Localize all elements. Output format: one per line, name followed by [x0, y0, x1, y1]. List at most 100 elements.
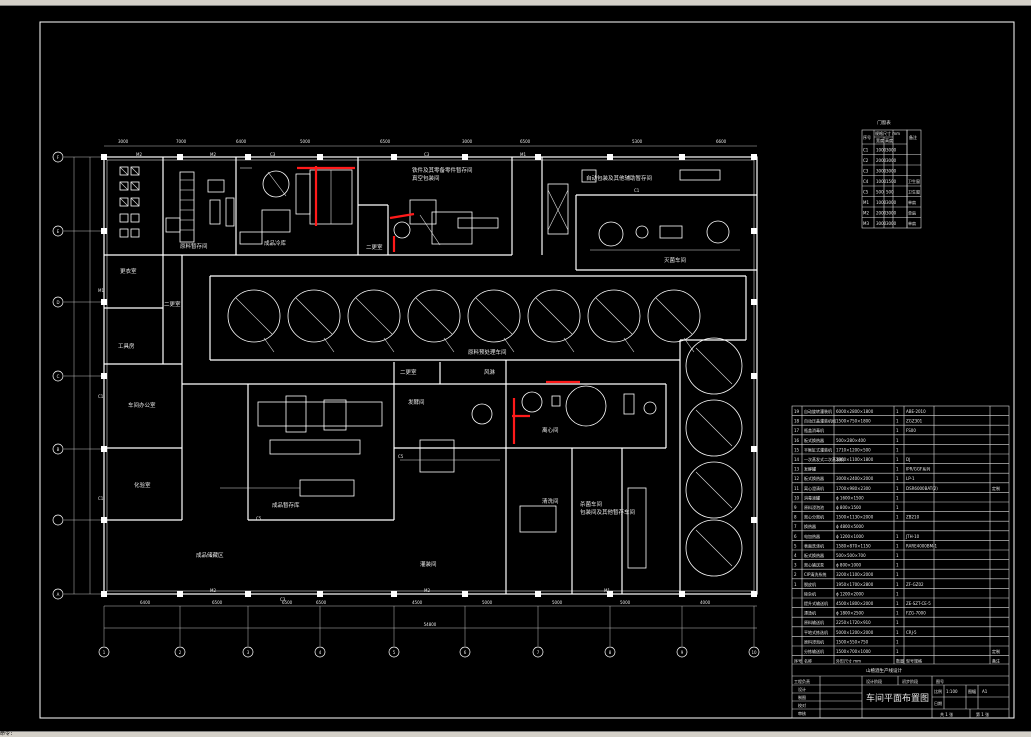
door-schedule-title: 门窗表 [877, 119, 891, 126]
room-label-r10: 离心间 [542, 426, 559, 434]
axis-col-label: 6 [464, 650, 467, 655]
equipment-cell: 1 [896, 476, 899, 481]
structural-column [317, 591, 323, 597]
door-schedule-col-size: 规格尺寸 mm [875, 130, 900, 136]
command-line[interactable]: 命令: [0, 731, 1031, 737]
equipment-cell: 原料浸泡机 [804, 638, 824, 644]
drawing-title: 车间平面布置图 [866, 692, 929, 704]
equipment-cell: ZB210 [906, 515, 920, 520]
door-mark: C5 [398, 454, 404, 459]
scale-label: 比例 [934, 688, 942, 694]
equipment-cell: 1 [896, 409, 899, 414]
equipment-cell: 1 [896, 611, 899, 616]
equipment-cell: 1 [896, 639, 899, 644]
floor-plan: 1 2 3 4 5 6 7 8 9 10FEDCBA 自动包装及其他辅助暂存间 … [52, 139, 760, 658]
door-mark: M2 [136, 152, 142, 157]
structural-column [751, 228, 757, 234]
equipment-cell: 1500×1130×2000 [836, 515, 874, 520]
equipment-cell: 板式换热器 [804, 475, 824, 481]
equipment-cell: 6000×2800×1800 [836, 409, 874, 414]
equipment-header: 名称 [804, 658, 812, 664]
structural-column [101, 517, 107, 523]
equipment-cell: DSR6000BAT(2) [906, 486, 938, 491]
door-schedule-cell: M3 [863, 221, 869, 226]
equipment-header: 型号规格 [906, 658, 922, 664]
equipment-cell: 1 [896, 428, 899, 433]
axis-col-label: 2 [179, 650, 182, 655]
equipment-cell: 11 [794, 486, 800, 491]
equipment-cell: 1 [896, 553, 899, 558]
equipment-cell: RARE4000BM-1 [906, 543, 937, 548]
equipment-cell: 14 [794, 457, 800, 462]
room-label-r11: 原料暂存间 [180, 242, 208, 250]
axis-col-label: 7 [537, 650, 540, 655]
equipment-cell: 1 [896, 467, 899, 472]
room-label-r3: 真空包装间 [412, 174, 440, 182]
equipment-cell: 9 [794, 505, 797, 510]
room-label-r8: 原料预处理车间 [468, 348, 507, 356]
equipment-cell: 板式换热器 [804, 437, 824, 443]
stage-label: 设计阶段 [866, 678, 882, 684]
equipment-cell: JTH-10 [905, 534, 920, 539]
equipment-cell: 1580×870×1150 [836, 543, 871, 548]
equipment-cell: CRJ-5 [906, 630, 917, 635]
structural-column [101, 446, 107, 452]
title-row-label: 审核 [798, 710, 806, 716]
equipment-cell: 6 [794, 534, 797, 539]
room-label-r13: 更衣室 [120, 267, 137, 275]
title-block: 山楂酒生产线设计 工程负责 设计 制图 校对 审核 设计阶段 初步阶段 车间平面… [792, 663, 1009, 718]
equipment-cell: 表面洗涤机 [804, 542, 824, 548]
equipment-cell: 平地式拣选机 [804, 629, 828, 635]
equipment-cell: 3200×1100×2000 [836, 572, 874, 577]
door-schedule-col-width: 宽度 [876, 137, 884, 143]
door-mark: C1 [98, 496, 104, 501]
door-mark: M2 [210, 588, 216, 593]
structural-column [679, 591, 685, 597]
equipment-cell: IPR/GGF系列 [906, 466, 930, 472]
equipment-cell: 1 [896, 534, 899, 539]
door-mark: M1 [604, 588, 610, 593]
equipment-cell: 17 [794, 428, 800, 433]
equipment-cell: 1500×700×1000 [836, 649, 871, 654]
door-mark: C3 [270, 152, 276, 157]
structural-column [751, 299, 757, 305]
equipment-cell: ϕ 800×1000 [836, 563, 862, 568]
equipment-cell: 换热器 [804, 523, 816, 529]
bottom-dimension: 6500 [212, 600, 223, 605]
door-schedule-cell: 500 [886, 190, 894, 195]
equipment-cell: ϕ 800×1500 [836, 505, 862, 510]
structural-column [751, 154, 757, 160]
room-label-r17: 成品暂存库 [272, 501, 300, 509]
bottom-dimension: 6500 [316, 600, 327, 605]
equipment-cell: ABE-2010 [906, 409, 926, 414]
title-row-label: 制图 [798, 694, 806, 700]
axis-col-label: 4 [319, 650, 322, 655]
room-label-r18: 杀菌车间 [580, 500, 602, 508]
structural-column [245, 154, 251, 160]
room-label-r6: 发酵间 [408, 398, 425, 406]
top-dimension: 6400 [236, 139, 247, 144]
outer-wall [103, 156, 758, 595]
equipment-cell: 16 [794, 438, 800, 443]
equipment-cell: DJ [906, 457, 910, 462]
sheet-label: 图幅 [968, 688, 976, 694]
equipment-cell: 1 [896, 505, 899, 510]
bottom-dimension: 5000 [482, 600, 493, 605]
structural-column [535, 591, 541, 597]
structural-column [462, 591, 468, 597]
door-schedule-cell: 卫生窗 [908, 178, 920, 184]
equipment-cell: 定制 [992, 648, 1000, 654]
equipment-cell: 12 [794, 476, 800, 481]
structural-column [462, 154, 468, 160]
axis-col-label: 1 [103, 650, 106, 655]
command-prompt: 命令: [0, 731, 14, 737]
equipment-cell: 1 [896, 563, 899, 568]
axis-row-label: B [57, 447, 60, 452]
equipment-cell: ϕ 1200×2000 [836, 591, 864, 596]
axis-col-label: 9 [681, 650, 684, 655]
equipment-cell: 1 [896, 630, 899, 635]
equipment-cell: 1710×1200×500 [836, 447, 871, 452]
equipment-cell: 1700×980×2300 [836, 486, 871, 491]
drawing-border [39, 21, 1015, 719]
bottom-dimension: 6500 [282, 600, 293, 605]
